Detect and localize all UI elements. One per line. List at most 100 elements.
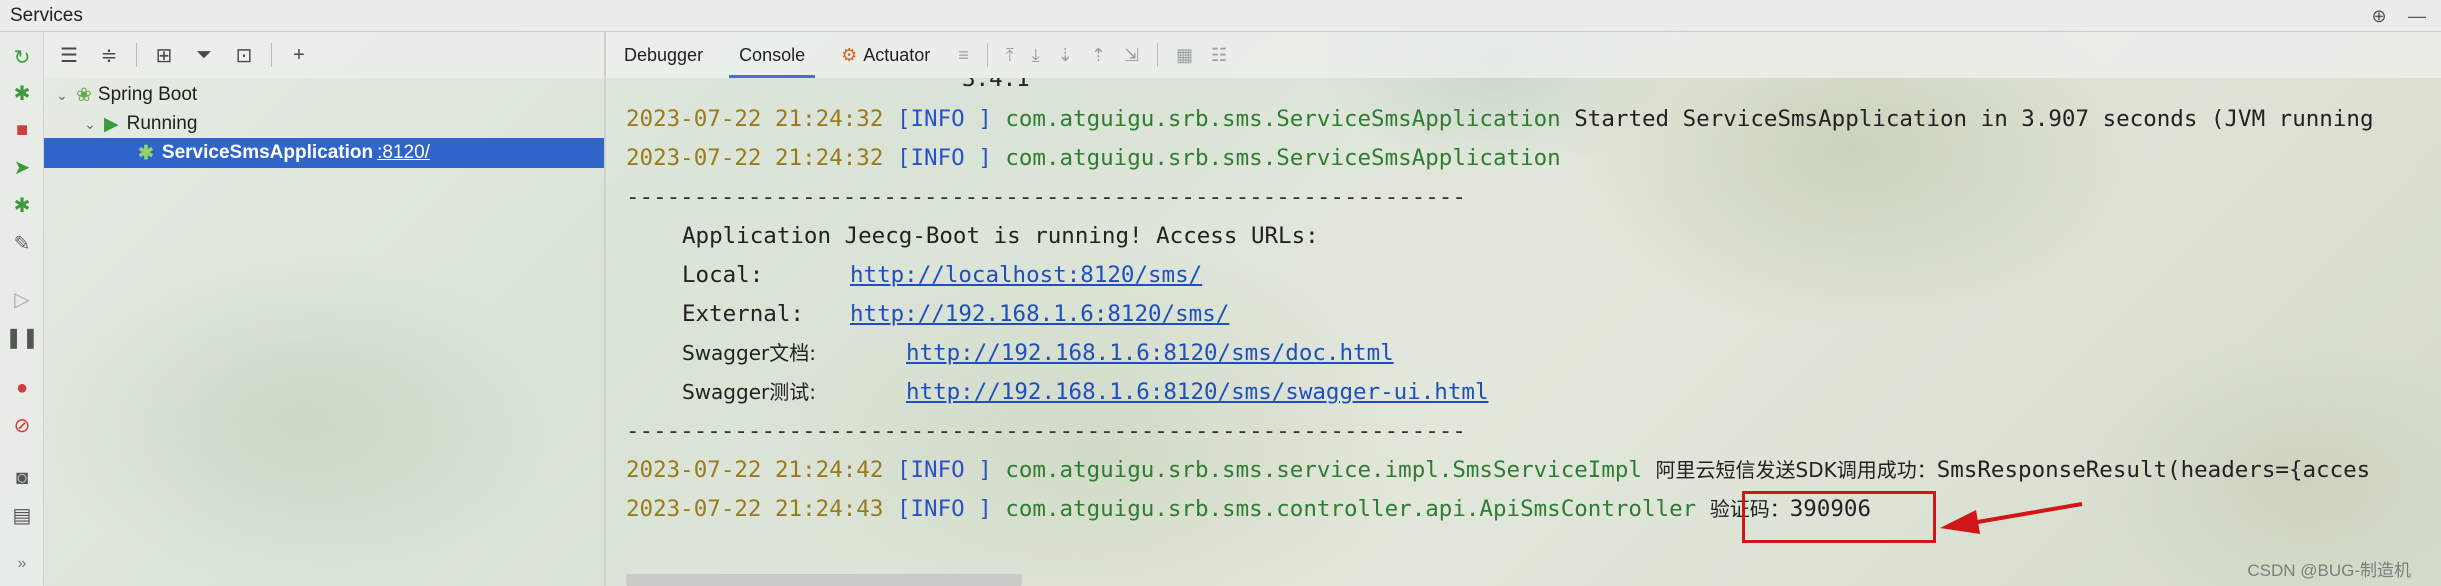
chevron-down-icon[interactable]: ⌄ bbox=[54, 87, 70, 104]
log-timestamp: 2023-07-22 21:24:43 bbox=[626, 496, 884, 522]
tree-item-service-sms-application[interactable]: ✱ ServiceSmsApplication :8120/ bbox=[44, 138, 605, 168]
console-divider: ----------------------------------------… bbox=[626, 184, 1466, 210]
console-line: http://localhost:8120/sms/ bbox=[850, 260, 1202, 290]
chevron-down-icon[interactable]: ⌄ bbox=[82, 116, 98, 133]
url-link[interactable]: http://localhost:8120/sms/ bbox=[850, 262, 1202, 288]
url-label: Swagger测试: bbox=[682, 380, 816, 404]
services-action-bar: ↻ ✱ ■ ➤ ✱ ✎ ▷ ❚❚ ● ⊘ ◙ ▤ » bbox=[0, 32, 44, 586]
console-line: http://192.168.1.6:8120/sms/doc.html bbox=[906, 338, 1394, 368]
toolbar-divider bbox=[986, 43, 988, 67]
console-line-partial: 3.4.1 bbox=[962, 78, 1030, 92]
new-tab-icon[interactable]: ⊡ bbox=[231, 42, 257, 68]
debugger-toolbar: ≡ ⤒ ⤓ ⇣ ⇡ ⇲ ▦ ☷ bbox=[958, 43, 1227, 67]
more-icon[interactable]: » bbox=[10, 552, 34, 576]
url-link[interactable]: http://192.168.1.6:8120/sms/swagger-ui.h… bbox=[906, 379, 1488, 405]
console-line: Local: bbox=[682, 260, 763, 290]
debug-config-icon[interactable]: ✱ bbox=[10, 194, 34, 218]
watermark: CSDN @BUG-制造机 bbox=[2247, 561, 2411, 580]
evaluate-icon[interactable]: ▦ bbox=[1176, 45, 1193, 66]
url-label: Swagger文档: bbox=[682, 341, 816, 365]
crosshair-icon[interactable]: ⊕ bbox=[2369, 6, 2389, 26]
expand-all-icon[interactable]: ☰ bbox=[56, 42, 82, 68]
log-class[interactable]: com.atguigu.srb.sms.service.impl.SmsServ… bbox=[1005, 457, 1642, 483]
tab-label: Debugger bbox=[624, 44, 704, 65]
annotation-arrow-icon bbox=[1940, 502, 2083, 534]
trace-icon[interactable]: ☷ bbox=[1211, 45, 1227, 66]
minimize-icon[interactable]: — bbox=[2407, 6, 2427, 26]
console-divider: ----------------------------------------… bbox=[626, 418, 1466, 444]
step-over-icon[interactable]: ⤓ bbox=[1032, 45, 1040, 66]
tree-item-label: ServiceSmsApplication bbox=[161, 142, 374, 163]
window-title: Services bbox=[10, 4, 83, 26]
console-line: 2023-07-22 21:24:42 [INFO ] com.atguigu.… bbox=[626, 455, 2370, 485]
toolbar-divider bbox=[136, 43, 137, 67]
tab-console[interactable]: Console bbox=[721, 32, 823, 78]
camera-icon[interactable]: ◙ bbox=[10, 466, 34, 490]
log-message-cjk: 阿里云短信发送SDK调用成功： bbox=[1655, 458, 1937, 482]
wrench-icon[interactable]: ✎ bbox=[10, 232, 34, 256]
spring-app-icon: ✱ bbox=[138, 142, 154, 164]
tree-item-spring-boot[interactable]: ⌄ ❀ Spring Boot bbox=[54, 80, 197, 110]
console-line: 2023-07-22 21:24:32 [INFO ] com.atguigu.… bbox=[626, 104, 2374, 134]
services-tree: ⌄ ❀ Spring Boot ⌄ ▶ Running ✱ ServiceSms… bbox=[44, 78, 605, 586]
group-by-icon[interactable]: ⊞ bbox=[151, 42, 177, 68]
tree-item-label: Running bbox=[126, 113, 198, 134]
step-out-icon[interactable]: ⇡ bbox=[1091, 45, 1106, 66]
log-level: [INFO ] bbox=[896, 457, 992, 483]
run-icon: ▶ bbox=[104, 113, 119, 135]
step-into-icon[interactable]: ⇣ bbox=[1058, 45, 1073, 66]
log-class[interactable]: com.atguigu.srb.sms.controller.api.ApiSm… bbox=[1005, 496, 1696, 522]
url-label: External: bbox=[682, 301, 804, 327]
services-tree-toolbar: ☰ ≑ ⊞ ⏷ ⊡ + bbox=[44, 32, 604, 78]
show-execution-point-icon[interactable]: ⤒ bbox=[1006, 45, 1014, 66]
mute-breakpoints-icon[interactable]: ⊘ bbox=[10, 414, 34, 438]
spring-boot-icon: ❀ bbox=[76, 84, 92, 106]
horizontal-scrollbar[interactable] bbox=[626, 574, 1022, 586]
tab-debugger[interactable]: Debugger bbox=[606, 32, 721, 78]
breakpoints-icon[interactable]: ● bbox=[10, 376, 34, 400]
banner-heading: Application Jeecg-Boot is running! Acces… bbox=[682, 223, 1319, 249]
tree-item-running[interactable]: ⌄ ▶ Running bbox=[82, 109, 197, 139]
console-line: External: bbox=[682, 299, 804, 329]
highlight-box bbox=[1742, 491, 1936, 543]
run-to-cursor-icon[interactable]: ⇲ bbox=[1124, 45, 1139, 66]
toolbar-divider bbox=[271, 43, 272, 67]
debug-icon[interactable]: ✱ bbox=[10, 82, 34, 106]
url-label: Local: bbox=[682, 262, 764, 288]
url-link[interactable]: http://192.168.1.6:8120/sms/doc.html bbox=[906, 340, 1394, 366]
actuator-icon: ⚙ bbox=[841, 44, 858, 65]
rerun-icon[interactable]: ↻ bbox=[10, 46, 34, 70]
log-timestamp: 2023-07-22 21:24:32 bbox=[626, 145, 884, 171]
console-line: http://192.168.1.6:8120/sms/ bbox=[850, 299, 1229, 329]
resume-icon[interactable]: ▷ bbox=[10, 288, 34, 312]
log-level: [INFO ] bbox=[896, 496, 992, 522]
tree-item-label: Spring Boot bbox=[97, 84, 198, 105]
add-service-icon[interactable]: + bbox=[286, 42, 312, 68]
console-line: 2023-07-22 21:24:32 [INFO ] com.atguigu.… bbox=[626, 143, 1561, 173]
log-level: [INFO ] bbox=[896, 145, 992, 171]
stop-icon[interactable]: ■ bbox=[10, 118, 34, 142]
pause-icon[interactable]: ❚❚ bbox=[5, 326, 39, 350]
filter-icon[interactable]: ⏷ bbox=[191, 42, 217, 68]
console-line: http://192.168.1.6:8120/sms/swagger-ui.h… bbox=[906, 377, 1488, 407]
collapse-all-icon[interactable]: ≑ bbox=[96, 42, 122, 68]
url-link[interactable]: http://192.168.1.6:8120/sms/ bbox=[850, 301, 1229, 327]
log-class[interactable]: com.atguigu.srb.sms.ServiceSmsApplicatio… bbox=[1005, 106, 1560, 132]
console-line: Swagger测试: bbox=[682, 377, 816, 407]
log-message: Started ServiceSmsApplication in 3.907 s… bbox=[1574, 106, 2374, 132]
toolbar-divider bbox=[1157, 43, 1159, 67]
tab-label: Actuator bbox=[863, 44, 931, 65]
log-timestamp: 2023-07-22 21:24:32 bbox=[626, 106, 884, 132]
log-class[interactable]: com.atguigu.srb.sms.ServiceSmsApplicatio… bbox=[1005, 145, 1560, 171]
menu-icon[interactable]: ≡ bbox=[958, 45, 969, 66]
run-config-icon[interactable]: ➤ bbox=[10, 156, 34, 180]
port-link[interactable]: :8120/ bbox=[377, 142, 430, 164]
tool-window-titlebar: Services ⊕ — bbox=[0, 0, 2441, 32]
console-line: Swagger文档: bbox=[682, 338, 816, 368]
layout-icon[interactable]: ▤ bbox=[10, 504, 34, 528]
console-output[interactable]: 3.4.1 2023-07-22 21:24:32 [INFO ] com.at… bbox=[606, 78, 2441, 586]
tab-actuator[interactable]: ⚙ Actuator bbox=[823, 32, 948, 78]
log-message: SmsResponseResult(headers={acces bbox=[1936, 457, 2371, 483]
tab-label: Console bbox=[739, 44, 806, 65]
log-level: [INFO ] bbox=[896, 106, 992, 132]
